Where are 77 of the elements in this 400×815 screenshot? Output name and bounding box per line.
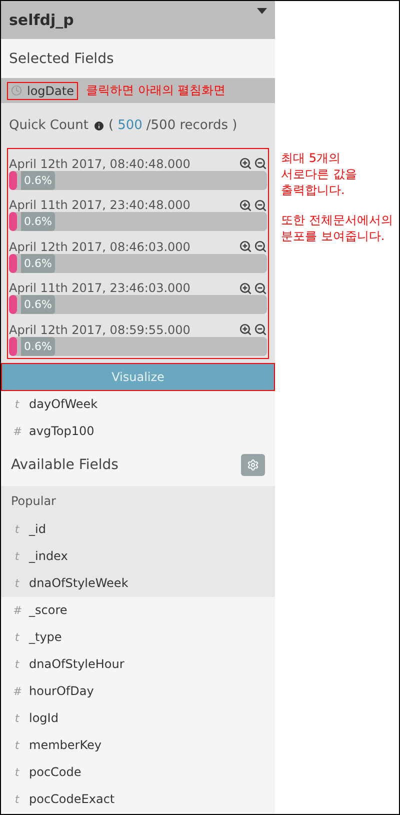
field-type-glyph: t	[14, 658, 20, 671]
value-text: April 11th 2017, 23:46:03.000	[9, 281, 190, 296]
field-item[interactable]: t dnaOfStyleHour	[1, 650, 275, 678]
field-name[interactable]: dnaOfStyleWeek	[29, 576, 128, 590]
field-item[interactable]: t pocCodeExact	[1, 786, 275, 813]
field-type-glyph: #	[13, 684, 21, 698]
quick-count-label: Quick Count	[9, 118, 88, 133]
field-type-glyph: t	[14, 738, 20, 752]
field-type-glyph: t	[14, 550, 20, 563]
field-name[interactable]: _type	[29, 630, 62, 644]
info-icon[interactable]	[92, 120, 104, 132]
field-item[interactable]: t memberKey	[1, 732, 275, 759]
percent-label: 0.6%	[21, 336, 55, 356]
field-name[interactable]: pocCodeExact	[29, 792, 115, 806]
value-text: April 11th 2017, 23:40:48.000	[9, 198, 190, 212]
annotation-note: 또한 전체문서에서의 분포를 보여줍니다.	[281, 212, 394, 244]
field-name[interactable]: hourOfDay	[29, 684, 94, 698]
field-type-glyph: t	[14, 522, 20, 536]
annotation-note: 최대 5개의 서로다른 값을 출력합니다.	[281, 150, 358, 198]
settings-button[interactable]	[241, 454, 265, 476]
field-name[interactable]: _index	[29, 549, 68, 564]
field-name[interactable]: dayOfWeek	[29, 397, 98, 412]
zoom-in-icon[interactable]	[239, 240, 252, 254]
index-pattern-header[interactable]: selfdj_p	[1, 1, 275, 39]
field-name[interactable]: _score	[29, 603, 68, 618]
field-item[interactable]: t _index	[1, 542, 275, 570]
records-text: /500 records )	[146, 118, 238, 133]
paren-text: (	[108, 118, 114, 133]
zoom-out-icon[interactable]	[254, 240, 267, 254]
section-heading: Available Fields	[11, 457, 118, 474]
index-pattern-title: selfdj_p	[9, 11, 74, 29]
field-name[interactable]: memberKey	[29, 738, 102, 752]
zoom-in-icon[interactable]	[239, 282, 252, 295]
gear-icon	[247, 459, 259, 472]
field-type-glyph: t	[14, 766, 20, 779]
field-name[interactable]: logDate	[27, 84, 74, 98]
caret-icon[interactable]	[257, 8, 267, 14]
field-type-glyph: t	[14, 576, 20, 590]
field-item[interactable]: t dayOfWeek	[1, 390, 275, 418]
field-item[interactable]: t pocCode	[1, 758, 275, 786]
zoom-out-icon[interactable]	[254, 282, 267, 295]
field-name[interactable]: dnaOfStyleHour	[29, 657, 124, 672]
field-type-glyph: #	[13, 424, 21, 438]
field-item[interactable]: t _type	[1, 624, 275, 651]
value-text: April 12th 2017, 08:40:48.000	[9, 156, 190, 171]
field-item[interactable]: # avgTop100	[1, 418, 275, 445]
field-type-glyph: t	[14, 712, 20, 725]
field-name[interactable]: logId	[29, 711, 58, 726]
field-name[interactable]: _id	[29, 522, 46, 536]
percent-label: 0.6%	[21, 212, 55, 232]
annotation-note: 클릭하면 아래의 펼침화면	[86, 82, 226, 99]
percent-label: 0.6%	[21, 170, 55, 190]
zoom-in-icon[interactable]	[239, 323, 252, 336]
field-type-glyph: t	[14, 398, 20, 411]
field-type-glyph: #	[13, 604, 21, 617]
zoom-in-icon[interactable]	[239, 157, 252, 170]
zoom-out-icon[interactable]	[254, 323, 267, 336]
section-heading: Selected Fields	[9, 50, 114, 66]
field-name[interactable]: pocCode	[29, 765, 82, 780]
field-item[interactable]: # hourOfDay	[1, 678, 275, 705]
zoom-in-icon[interactable]	[239, 198, 252, 212]
clock-icon	[11, 85, 22, 96]
count-text: 500	[118, 118, 142, 133]
value-text: April 12th 2017, 08:59:55.000	[9, 322, 190, 337]
group-label: Popular	[10, 492, 57, 510]
value-text: April 12th 2017, 08:46:03.000	[9, 240, 190, 254]
field-item[interactable]: t logId	[1, 704, 275, 732]
field-type-glyph: t	[14, 792, 20, 806]
percent-label: 0.6%	[21, 295, 55, 314]
zoom-out-icon[interactable]	[254, 198, 267, 212]
field-item[interactable]: t _id	[1, 516, 275, 543]
field-name[interactable]: avgTop100	[29, 424, 94, 438]
zoom-out-icon[interactable]	[254, 157, 267, 170]
field-item[interactable]: t dnaOfStyleWeek	[1, 570, 275, 597]
field-item[interactable]: # _score	[1, 596, 275, 624]
percent-label: 0.6%	[21, 254, 55, 273]
field-type-glyph: t	[14, 630, 20, 644]
